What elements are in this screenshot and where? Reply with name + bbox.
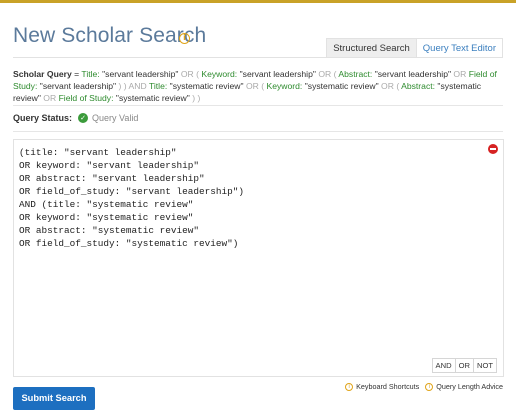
or-operator-button[interactable]: OR — [454, 358, 474, 373]
info-icon: i — [345, 382, 354, 391]
field-keyword: Keyword: — [201, 69, 238, 79]
code-line: OR abstract: "systematic review" — [19, 225, 200, 236]
operator-buttons: AND OR NOT — [431, 358, 497, 373]
divider — [13, 105, 503, 106]
field-field-of-study: Field of Study: — [58, 93, 114, 103]
field-abstract: Abstract: — [338, 69, 373, 79]
value-servant-leadership: "servant leadership" — [102, 69, 179, 79]
op-or: OR — [318, 69, 332, 79]
code-line: OR field_of_study: "servant leadership") — [19, 186, 245, 197]
tabs-divider — [13, 57, 503, 58]
equals-sign: = — [74, 69, 80, 79]
search-mode-tabs: Structured Search Query Text Editor — [326, 38, 503, 58]
paren-open: ( — [396, 81, 400, 91]
code-line: AND (title: "systematic review" — [19, 199, 194, 210]
paren-close: ) — [197, 93, 201, 103]
value-systematic-review: "systematic review" — [304, 81, 379, 91]
paren-open: ( — [333, 69, 337, 79]
code-line: OR keyword: "servant leadership" — [19, 160, 200, 171]
query-code[interactable]: (title: "servant leadership" OR keyword: … — [19, 146, 244, 250]
query-text-editor[interactable]: (title: "servant leadership" OR keyword: … — [13, 139, 504, 377]
value-servant-leadership: "servant leadership" — [239, 69, 316, 79]
code-line: OR abstract: "servant leadership" — [19, 173, 205, 184]
value-systematic-review: "systematic review" — [169, 81, 244, 91]
query-length-advice-label: Query Length Advice — [436, 382, 503, 391]
value-systematic-review: "systematic review" — [115, 93, 190, 103]
keyboard-shortcuts-link[interactable]: i Keyboard Shortcuts — [345, 382, 419, 391]
paren-open: ( — [261, 81, 265, 91]
scholar-query-summary: Scholar Query = Title: "servant leadersh… — [13, 68, 503, 104]
paren-close: ) — [118, 81, 122, 91]
field-abstract: Abstract: — [401, 81, 436, 91]
page-title: New Scholar Search — [13, 24, 207, 47]
code-line: (title: "servant leadership" — [19, 147, 177, 158]
info-icon[interactable]: i — [179, 33, 190, 44]
field-title: Title: — [148, 81, 168, 91]
info-icon: i — [425, 382, 434, 391]
top-accent-bar — [0, 0, 516, 3]
keyboard-shortcuts-label: Keyboard Shortcuts — [356, 382, 420, 391]
value-servant-leadership: "servant leadership" — [374, 69, 452, 79]
op-or: OR — [453, 69, 467, 79]
field-title: Title: — [81, 69, 100, 79]
editor-hints: i Keyboard Shortcuts i Query Length Advice — [339, 382, 503, 391]
code-line: OR keyword: "systematic review" — [19, 212, 194, 223]
op-or: OR — [43, 93, 57, 103]
not-operator-button[interactable]: NOT — [472, 358, 497, 373]
code-line: OR field_of_study: "systematic review") — [19, 238, 239, 249]
clear-query-icon[interactable] — [488, 144, 498, 154]
check-circle-icon: ✓ — [78, 113, 89, 123]
op-or: OR — [245, 81, 259, 91]
query-status-value: Query Valid — [92, 113, 139, 123]
value-servant-leadership: "servant leadership" — [39, 81, 117, 91]
and-operator-button[interactable]: AND — [431, 358, 456, 373]
paren-close: ) — [123, 81, 127, 91]
query-status: Query Status: ✓ Query Valid — [13, 113, 138, 123]
query-length-advice-link[interactable]: i Query Length Advice — [425, 382, 503, 391]
tab-query-text-editor[interactable]: Query Text Editor — [416, 38, 503, 58]
submit-search-button[interactable]: Submit Search — [13, 387, 95, 410]
op-and: AND — [128, 81, 147, 91]
paren-open: ( — [196, 69, 199, 79]
paren-close: ) — [192, 93, 196, 103]
op-or: OR — [381, 81, 394, 91]
tab-structured-search[interactable]: Structured Search — [326, 38, 417, 58]
query-status-label: Query Status: — [13, 113, 73, 123]
field-keyword: Keyword: — [266, 81, 303, 91]
op-or: OR — [180, 69, 194, 79]
divider — [13, 131, 503, 132]
scholar-query-label: Scholar Query — [13, 69, 72, 79]
